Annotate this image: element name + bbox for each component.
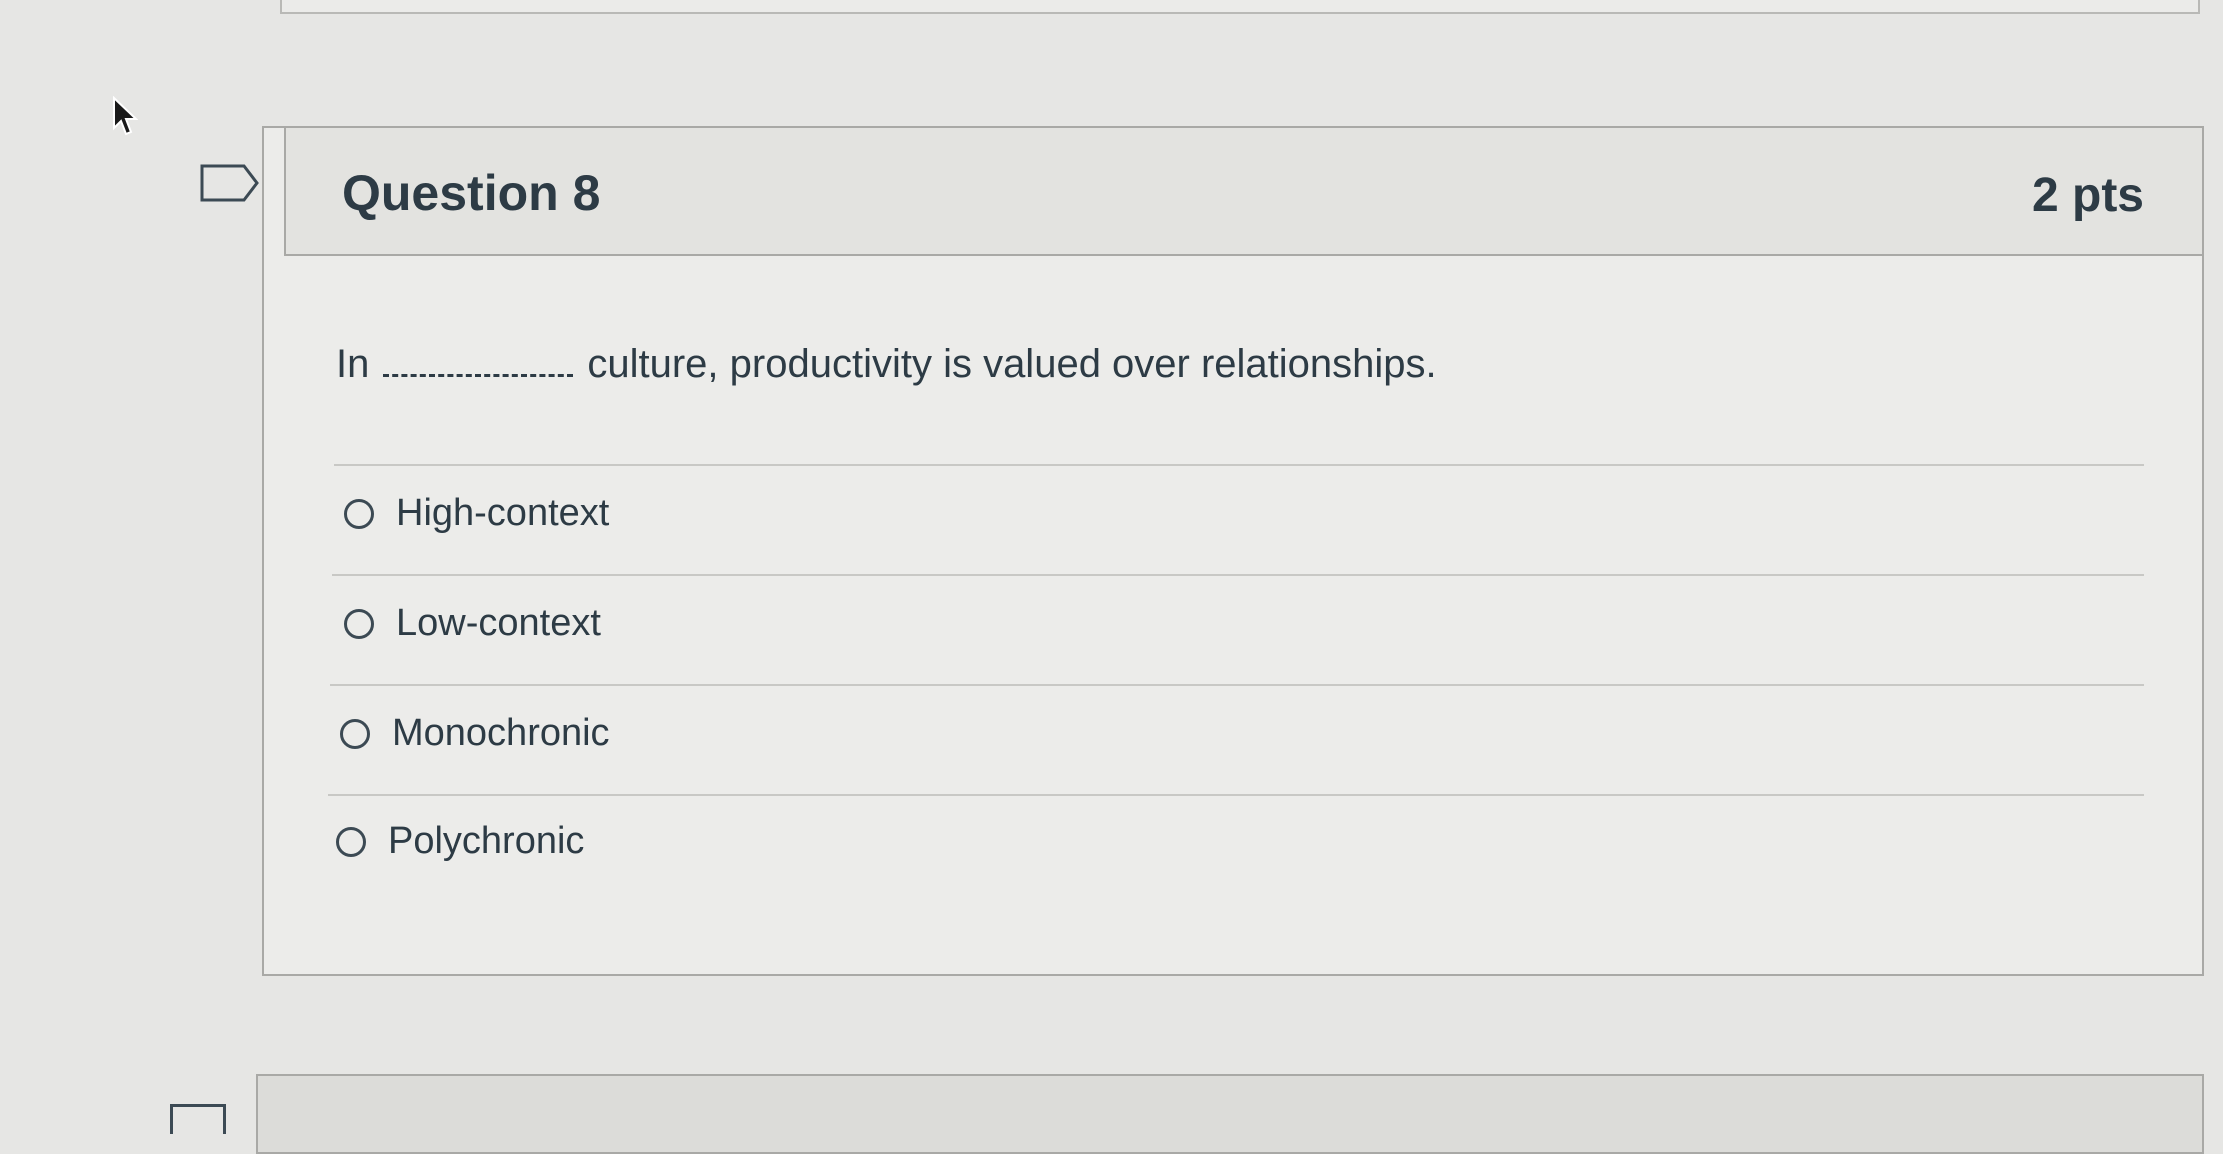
- answer-label: High-context: [396, 492, 610, 534]
- question-text-before: In: [336, 342, 370, 386]
- answer-option-polychronic[interactable]: Polychronic: [336, 820, 584, 863]
- answer-divider: [328, 794, 2144, 796]
- question-title: Question 8: [342, 165, 601, 221]
- answer-option-monochronic[interactable]: Monochronic: [340, 712, 610, 755]
- next-question-card: [256, 1074, 2204, 1154]
- answer-divider: [334, 464, 2144, 466]
- question-header: Question 8 2 pts: [284, 128, 2202, 256]
- question-text: In culture, productivity is valued over r…: [336, 342, 1437, 387]
- answer-divider: [330, 684, 2144, 686]
- answer-option-low-context[interactable]: Low-context: [344, 602, 601, 645]
- radio-button-icon[interactable]: [344, 498, 374, 529]
- question-points: 2 pts: [2031, 169, 2144, 222]
- answer-label: Polychronic: [388, 820, 585, 862]
- answer-label: Monochronic: [392, 712, 610, 754]
- answer-label: Low-context: [396, 602, 601, 644]
- radio-button-icon[interactable]: [344, 608, 374, 639]
- question-text-after: culture, productivity is valued over rel…: [587, 342, 1437, 386]
- fill-in-blank: [383, 366, 574, 377]
- flag-question-icon[interactable]: [200, 164, 260, 202]
- next-question-flag-icon[interactable]: [170, 1104, 226, 1134]
- previous-question-card: [280, 0, 2200, 14]
- radio-button-icon[interactable]: [336, 826, 366, 857]
- question-card: Question 8 2 pts In culture, productivity…: [262, 126, 2204, 976]
- answer-option-high-context[interactable]: High-context: [344, 492, 609, 535]
- answer-divider: [332, 574, 2144, 576]
- mouse-pointer-icon: [113, 96, 138, 136]
- radio-button-icon[interactable]: [340, 718, 370, 749]
